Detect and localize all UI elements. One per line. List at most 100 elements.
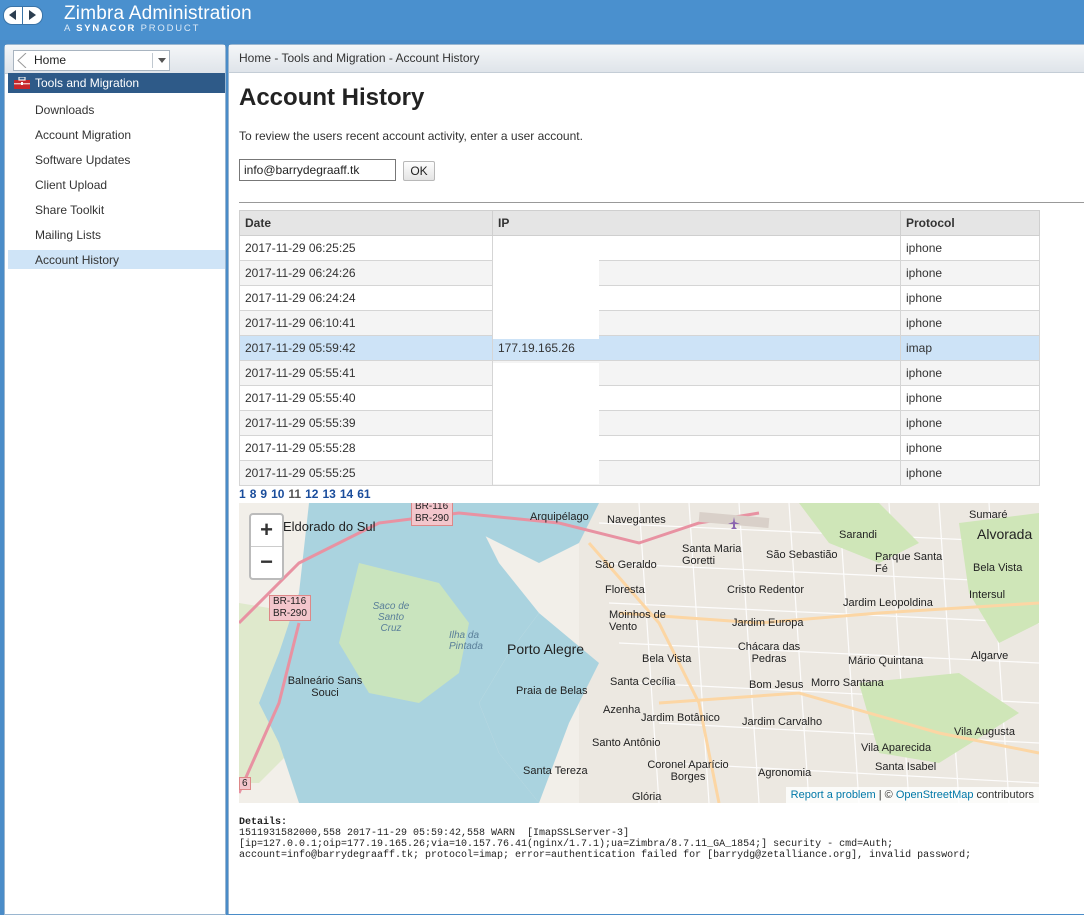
- page-link[interactable]: 1: [239, 487, 246, 501]
- pager: 1 8 9 10 11 12 13 14 61: [239, 487, 375, 501]
- table-row[interactable]: 2017-11-29 05:55:39 iphone: [239, 410, 1040, 436]
- column-header-date[interactable]: Date: [239, 210, 493, 236]
- cell-date: 2017-11-29 06:10:41: [239, 310, 493, 336]
- sidebar-item-label: Account History: [35, 253, 120, 267]
- map-label: Eldorado do Sul: [283, 519, 376, 534]
- zoom-in-button[interactable]: +: [251, 515, 282, 547]
- map-attribution: Report a problem | © OpenStreetMap contr…: [785, 787, 1039, 803]
- map-label: Chácara das Pedras: [737, 641, 801, 665]
- back-button[interactable]: [3, 6, 24, 25]
- table-row[interactable]: 2017-11-29 05:55:28 iphone: [239, 435, 1040, 461]
- page-link[interactable]: 10: [271, 487, 284, 501]
- sidebar-item-label: Mailing Lists: [35, 228, 102, 242]
- road-shield: 6: [239, 777, 251, 790]
- page-link[interactable]: 9: [260, 487, 267, 501]
- sidebar-item-client-upload[interactable]: Client Upload: [8, 175, 225, 194]
- table-row[interactable]: 2017-11-29 05:55:41 iphone: [239, 360, 1040, 386]
- cell-date: 2017-11-29 06:24:24: [239, 285, 493, 311]
- cell-protocol: imap: [900, 335, 1040, 361]
- forward-button[interactable]: [22, 6, 43, 25]
- page-link[interactable]: 14: [340, 487, 353, 501]
- sidebar-item-software-updates[interactable]: Software Updates: [8, 150, 225, 169]
- openstreetmap-link[interactable]: OpenStreetMap: [896, 789, 974, 801]
- divider: [239, 202, 1084, 203]
- cell-protocol: iphone: [900, 360, 1040, 386]
- zoom-out-button[interactable]: −: [251, 547, 282, 578]
- sidebar-item-share-toolkit[interactable]: Share Toolkit: [8, 200, 225, 219]
- map-label: Porto Alegre: [507, 641, 585, 657]
- sidebar-item-label: Software Updates: [35, 153, 131, 167]
- cell-date: 2017-11-29 06:24:26: [239, 260, 493, 286]
- table-row[interactable]: 2017-11-29 05:55:25 iphone: [239, 460, 1040, 486]
- page-link[interactable]: 13: [322, 487, 335, 501]
- road-shield: BR-116 BR-290: [269, 595, 311, 621]
- arrow-right-icon: [29, 10, 36, 20]
- cell-protocol: iphone: [900, 460, 1040, 486]
- section-label: Tools and Migration: [35, 76, 140, 90]
- table-row[interactable]: 2017-11-29 06:25:25 iphone: [239, 235, 1040, 261]
- zoom-control: + −: [249, 513, 284, 580]
- map-label: Bela Vista: [973, 562, 1023, 574]
- map-tiles: [239, 503, 1039, 803]
- map-label: Morro Santana: [811, 677, 884, 689]
- map-label: São Geraldo: [595, 559, 657, 571]
- page-link[interactable]: 8: [250, 487, 257, 501]
- chevron-left-icon: [17, 53, 27, 68]
- home-label: Home: [34, 53, 67, 67]
- home-selector[interactable]: Home: [13, 50, 170, 71]
- arrow-left-icon: [9, 10, 16, 20]
- map-label: Ilha da Pintada: [449, 630, 483, 652]
- sidebar-item-label: Client Upload: [35, 178, 108, 192]
- map-label: Azenha: [603, 704, 641, 716]
- map-label: Floresta: [605, 584, 645, 596]
- map-label: Jardim Europa: [732, 617, 804, 629]
- cell-date: 2017-11-29 06:25:25: [239, 235, 493, 261]
- redaction-box: [493, 238, 599, 339]
- map-label: Algarve: [971, 650, 1009, 662]
- table-row[interactable]: 2017-11-29 06:24:26 iphone: [239, 260, 1040, 286]
- map-label: Navegantes: [607, 514, 666, 526]
- map-label: Parque Santa Fé: [875, 551, 943, 575]
- main-panel: Home - Tools and Migration - Account His…: [228, 44, 1084, 914]
- column-header-ip[interactable]: IP: [492, 210, 901, 236]
- map-label: Santa Isabel: [875, 761, 937, 773]
- page-link[interactable]: 12: [305, 487, 318, 501]
- intro-text: To review the users recent account activ…: [239, 129, 583, 143]
- history-table: Date IP Protocol 2017-11-29 06:25:25 ipho…: [239, 210, 1040, 486]
- brand-subtitle: A SYNACOR PRODUCT: [64, 23, 201, 34]
- cell-date: 2017-11-29 05:55:28: [239, 435, 493, 461]
- sidebar-item-downloads[interactable]: Downloads: [8, 100, 225, 119]
- sidebar-item-account-migration[interactable]: Account Migration: [8, 125, 225, 144]
- sidebar-item-account-history[interactable]: Account History: [8, 250, 225, 269]
- column-header-protocol[interactable]: Protocol: [900, 210, 1040, 236]
- cell-date: 2017-11-29 05:55:41: [239, 360, 493, 386]
- map-label: Santa Cecília: [610, 676, 676, 688]
- map-label: Intersul: [969, 589, 1006, 601]
- top-bar: Zimbra Administration A SYNACOR PRODUCT: [0, 0, 1084, 40]
- ok-button[interactable]: OK: [403, 161, 435, 181]
- account-input[interactable]: [239, 159, 396, 181]
- map-label: Jardim Botânico: [641, 712, 720, 724]
- report-problem-link[interactable]: Report a problem: [791, 789, 876, 801]
- page-current: 11: [288, 487, 302, 501]
- table-row-selected[interactable]: 2017-11-29 05:59:42 177.19.165.26 imap: [239, 335, 1040, 361]
- map[interactable]: Eldorado do Sul BR-116 BR-290 BR-116 BR-29…: [239, 503, 1039, 803]
- map-label: Agronomia: [758, 767, 812, 779]
- map-label: Sumaré: [969, 509, 1008, 521]
- table-row[interactable]: 2017-11-29 06:24:24 iphone: [239, 285, 1040, 311]
- page-link[interactable]: 61: [357, 487, 370, 501]
- table-row[interactable]: 2017-11-29 05:55:40 iphone: [239, 385, 1040, 411]
- page-title: Account History: [239, 84, 425, 111]
- map-label: Cristo Redentor: [727, 584, 805, 596]
- cell-date: 2017-11-29 05:55:40: [239, 385, 493, 411]
- table-row[interactable]: 2017-11-29 06:10:41 iphone: [239, 310, 1040, 336]
- map-label: Praia de Belas: [516, 685, 588, 697]
- map-label: Moinhos de Vento: [609, 609, 666, 633]
- sidebar-item-mailing-lists[interactable]: Mailing Lists: [8, 225, 225, 244]
- chevron-down-icon[interactable]: [158, 58, 166, 63]
- map-label: Coronel Aparício Borges: [647, 759, 729, 783]
- cell-date: 2017-11-29 05:55:39: [239, 410, 493, 436]
- details-text: 1511931582000,558 2017-11-29 05:59:42,55…: [239, 828, 972, 861]
- cell-protocol: iphone: [900, 310, 1040, 336]
- section-tools-and-migration[interactable]: Tools and Migration: [8, 73, 225, 93]
